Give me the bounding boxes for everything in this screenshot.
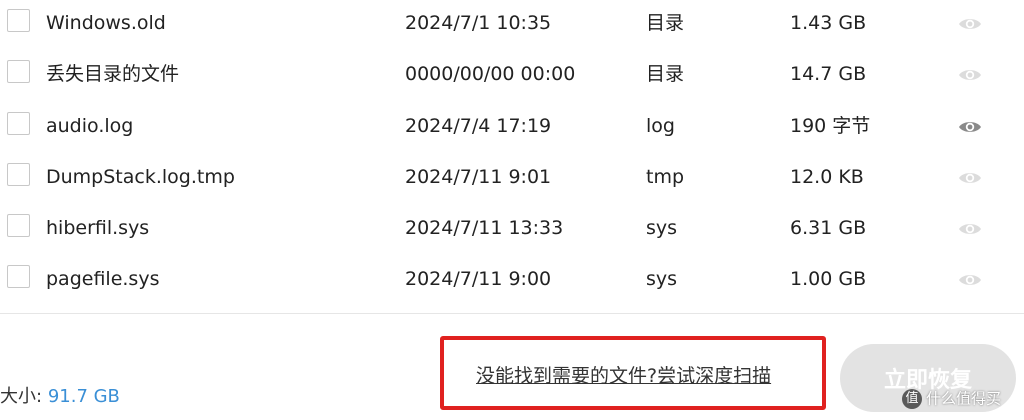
file-type: log: [646, 115, 675, 137]
file-name: 丢失目录的文件: [46, 63, 180, 85]
file-date: 2024/7/11 9:00: [405, 268, 552, 290]
file-row[interactable]: 丢失目录的文件 0000/00/00 00:00 目录 14.7 GB: [0, 48, 1024, 99]
eye-icon[interactable]: [958, 16, 982, 32]
file-name: Windows.old: [46, 12, 166, 34]
file-row[interactable]: DumpStack.log.tmp 2024/7/11 9:01 tmp 12.…: [0, 151, 1024, 202]
eye-icon[interactable]: [958, 170, 982, 186]
file-size: 14.7 GB: [790, 63, 867, 85]
file-type: 目录: [646, 12, 685, 34]
file-checkbox[interactable]: [7, 112, 30, 135]
footer-divider: [0, 313, 1024, 314]
file-checkbox[interactable]: [7, 265, 30, 288]
file-checkbox[interactable]: [7, 163, 30, 186]
deep-scan-link[interactable]: 没能找到需要的文件?尝试深度扫描: [476, 364, 771, 388]
file-size: 1.00 GB: [790, 268, 867, 290]
eye-icon[interactable]: [958, 119, 982, 135]
eye-icon[interactable]: [958, 221, 982, 237]
file-checkbox[interactable]: [7, 9, 30, 32]
file-size: 6.31 GB: [790, 217, 867, 239]
file-type: sys: [646, 217, 678, 239]
watermark-text: 什么值得买: [926, 389, 1002, 408]
file-row[interactable]: pagefile.sys 2024/7/11 9:00 sys 1.00 GB: [0, 253, 1024, 304]
file-type: tmp: [646, 166, 685, 188]
total-size-label: 大小:: [0, 386, 43, 407]
watermark: 值什么值得买: [902, 388, 1001, 409]
eye-icon[interactable]: [958, 67, 982, 83]
file-list: Windows.old 2024/7/1 10:35 目录 1.43 GB 丢失…: [0, 0, 1024, 312]
file-date: 2024/7/11 13:33: [405, 217, 564, 239]
file-row[interactable]: Windows.old 2024/7/1 10:35 目录 1.43 GB: [0, 0, 1024, 48]
file-name: hiberfil.sys: [46, 217, 150, 239]
file-size: 1.43 GB: [790, 12, 867, 34]
file-row[interactable]: hiberfil.sys 2024/7/11 13:33 sys 6.31 GB: [0, 202, 1024, 253]
file-type: sys: [646, 268, 678, 290]
file-name: audio.log: [46, 115, 134, 137]
file-checkbox[interactable]: [7, 214, 30, 237]
total-size: 大小: 91.7 GB: [0, 385, 120, 409]
file-row[interactable]: audio.log 2024/7/4 17:19 log 190 字节: [0, 100, 1024, 151]
watermark-logo: 值: [902, 388, 922, 409]
file-type: 目录: [646, 63, 685, 85]
file-date: 2024/7/4 17:19: [405, 115, 552, 137]
file-name: DumpStack.log.tmp: [46, 166, 235, 188]
total-size-value: 91.7 GB: [47, 386, 120, 407]
file-date: 2024/7/1 10:35: [405, 12, 552, 34]
file-size: 190 字节: [790, 115, 871, 137]
file-name: pagefile.sys: [46, 268, 160, 290]
file-date: 0000/00/00 00:00: [405, 63, 576, 85]
eye-icon[interactable]: [958, 272, 982, 288]
file-size: 12.0 KB: [790, 166, 864, 188]
file-checkbox[interactable]: [7, 60, 30, 83]
file-date: 2024/7/11 9:01: [405, 166, 552, 188]
